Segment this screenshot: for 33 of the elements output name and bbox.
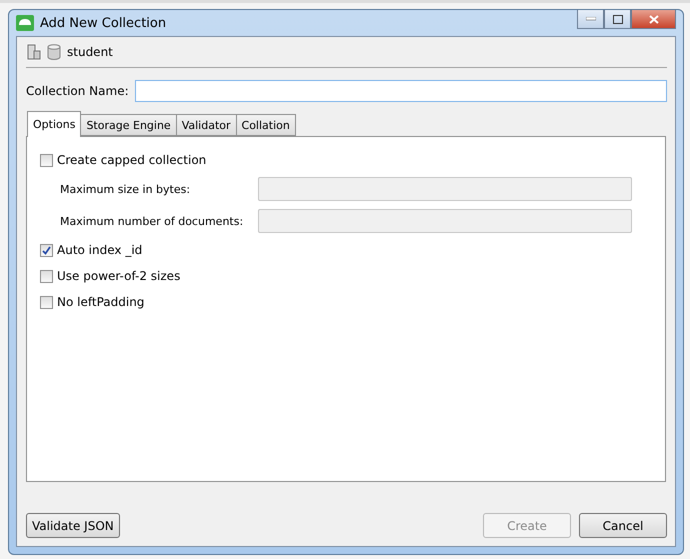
checkbox-label: Auto index _id — [57, 243, 142, 257]
checkbox-label: No leftPadding — [57, 295, 144, 309]
minimize-icon — [586, 17, 596, 21]
option-checkbox[interactable]: Create capped collection — [40, 147, 665, 173]
checkbox-label: Create capped collection — [57, 153, 206, 167]
checkbox[interactable] — [40, 270, 53, 282]
field-label: Maximum number of documents: — [60, 214, 244, 228]
window-title: Add New Collection — [40, 16, 168, 30]
cancel-button[interactable]: Cancel — [579, 513, 667, 538]
option-checkbox[interactable]: Use power-of-2 sizes — [40, 263, 665, 289]
checkbox[interactable] — [40, 154, 53, 166]
maximize-icon — [612, 14, 622, 24]
field-label: Collection Name: — [26, 84, 129, 98]
database-name: student — [67, 45, 113, 59]
tab[interactable]: Options — [27, 111, 82, 137]
database-icon — [47, 44, 61, 60]
field-label: Maximum size in bytes: — [60, 182, 192, 196]
checkbox[interactable] — [40, 296, 53, 308]
server-icon — [27, 44, 41, 60]
maximize-button[interactable] — [604, 10, 631, 29]
close-button[interactable] — [631, 10, 676, 29]
app-icon — [16, 15, 34, 31]
tab[interactable]: Storage Engine — [80, 114, 177, 136]
checkbox[interactable] — [40, 244, 53, 256]
close-icon — [648, 14, 658, 24]
tab[interactable]: Collation — [236, 114, 296, 136]
checkbox-label: Use power-of-2 sizes — [57, 269, 180, 283]
tab[interactable]: Validator — [176, 114, 237, 136]
validate-button[interactable]: Validate JSON — [26, 513, 120, 538]
option-checkbox[interactable]: No leftPadding — [40, 289, 665, 315]
option-checkbox[interactable]: Auto index _id — [40, 237, 665, 263]
input-field[interactable] — [134, 80, 667, 102]
minimize-button[interactable] — [577, 10, 604, 29]
